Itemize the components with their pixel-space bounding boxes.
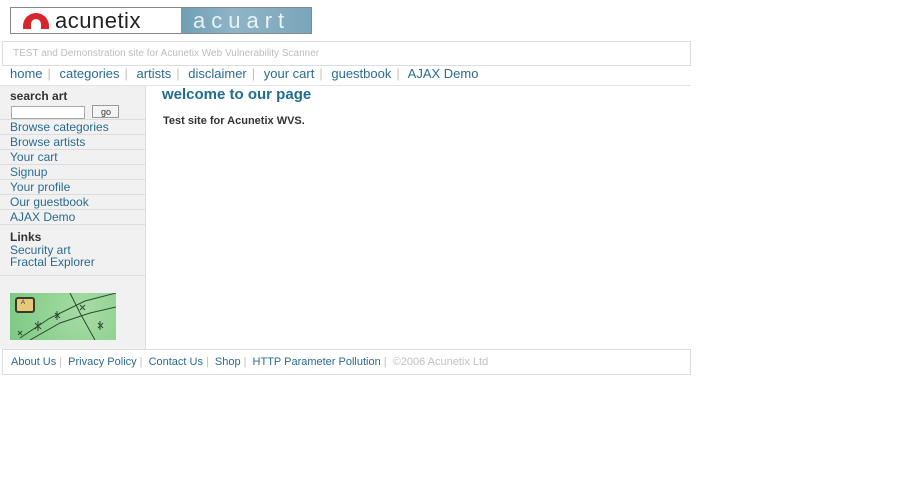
acunetix-logo-text: acunetix — [55, 7, 141, 33]
footer-separator: | — [243, 356, 247, 368]
nav-separator: | — [319, 66, 323, 81]
nav-separator: | — [47, 66, 51, 81]
sidebar-item-signup[interactable]: Signup — [0, 165, 145, 180]
main-content: welcome to our page Test site for Acunet… — [162, 86, 311, 127]
fractal-badge-icon: A — [15, 297, 35, 313]
nav-categories[interactable]: categories — [60, 66, 120, 81]
acunetix-logo-icon — [23, 12, 49, 29]
fractal-image-link[interactable]: A — [10, 293, 116, 340]
link-fractal-explorer[interactable]: Fractal Explorer — [10, 256, 145, 268]
page-description: Test site for Acunetix WVS. — [163, 115, 305, 127]
nav-separator: | — [251, 66, 256, 81]
links-section: Links Security art Fractal Explorer — [0, 225, 145, 276]
footer-separator: | — [383, 356, 387, 368]
sidebar-item-browse-categories[interactable]: Browse categories — [0, 120, 145, 135]
nav-separator: | — [124, 66, 128, 81]
sidebar-item-browse-artists[interactable]: Browse artists — [0, 135, 145, 150]
footer-shop[interactable]: Shop — [215, 356, 241, 368]
sidebar: search art go Browse categories Browse a… — [0, 86, 146, 349]
search-label: search art — [10, 89, 68, 103]
search-input[interactable] — [11, 105, 85, 119]
sidebar-item-your-profile[interactable]: Your profile — [0, 180, 145, 195]
footer: About Us | Privacy Policy | Contact Us | Sh… — [2, 349, 691, 375]
nav-separator: | — [176, 66, 180, 81]
nav-artists[interactable]: artists — [137, 66, 172, 81]
site-logo[interactable]: acunetix acuart — [10, 7, 312, 34]
nav-disclaimer[interactable]: disclaimer — [188, 66, 247, 81]
nav-guestbook[interactable]: guestbook — [331, 66, 391, 81]
footer-copyright: ©2006 Acunetix Ltd — [392, 356, 489, 368]
acuart-logo: acuart — [181, 8, 311, 33]
footer-http-parameter-pollution[interactable]: HTTP Parameter Pollution — [253, 356, 381, 368]
search-form: search art go — [0, 86, 145, 120]
footer-separator: | — [139, 356, 143, 368]
sidebar-item-your-cart[interactable]: Your cart — [0, 150, 145, 165]
acunetix-logo: acunetix — [11, 8, 181, 33]
footer-privacy-policy[interactable]: Privacy Policy — [68, 356, 136, 368]
nav-ajax-demo[interactable]: AJAX Demo — [408, 66, 479, 81]
footer-separator: | — [59, 356, 63, 368]
search-go-button[interactable]: go — [92, 105, 120, 119]
nav-your-cart[interactable]: your cart — [264, 66, 315, 81]
sidebar-item-ajax-demo[interactable]: AJAX Demo — [0, 210, 145, 225]
page-title: welcome to our page — [162, 86, 312, 103]
footer-contact-us[interactable]: Contact Us — [149, 356, 203, 368]
top-navigation: home | categories | artists | disclaimer | y… — [10, 66, 478, 81]
footer-about-us[interactable]: About Us — [11, 356, 56, 368]
nav-home[interactable]: home — [10, 66, 43, 81]
sidebar-item-our-guestbook[interactable]: Our guestbook — [0, 195, 145, 210]
nav-separator: | — [396, 66, 400, 81]
footer-separator: | — [205, 356, 209, 368]
site-tagline: TEST and Demonstration site for Acunetix… — [2, 41, 691, 66]
